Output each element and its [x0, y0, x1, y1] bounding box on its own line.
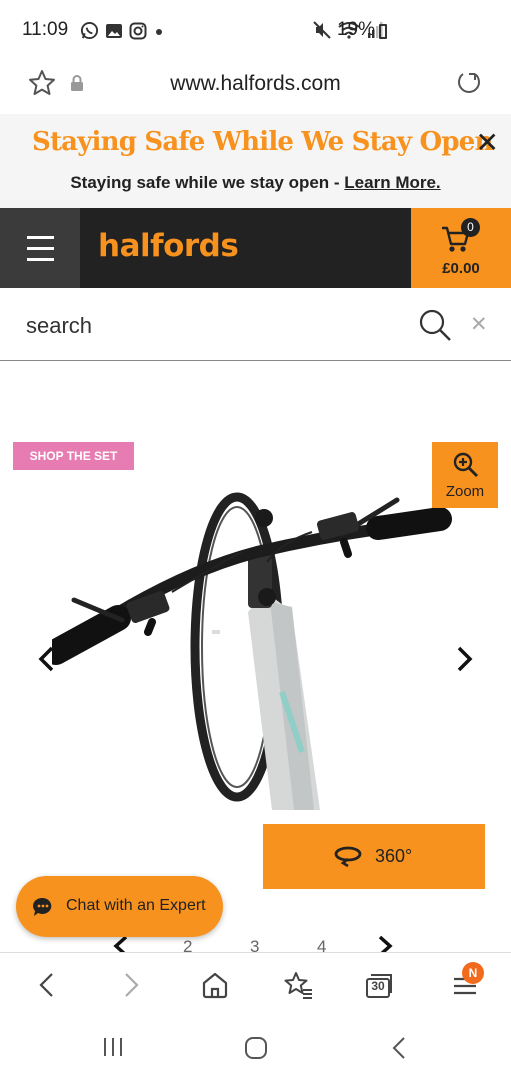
view-360-button[interactable]: 360° [263, 824, 485, 889]
battery-icon [379, 24, 387, 39]
chat-with-expert-button[interactable]: Chat with an Expert [16, 876, 223, 937]
search-input[interactable] [26, 311, 386, 341]
bike-product-image [52, 492, 460, 810]
banner-title: Staying Safe While We Stay Open [32, 127, 493, 157]
rotate-360-icon [334, 846, 362, 867]
notification-icons [80, 21, 165, 40]
search-bar: ✕ [0, 288, 511, 361]
hamburger-menu-button[interactable] [0, 208, 80, 288]
banner-subtitle: Staying safe while we stay open - Learn … [0, 173, 511, 193]
status-bar: 11:09 19% [0, 0, 511, 62]
basket-button[interactable]: 0 £0.00 [411, 208, 511, 288]
android-system-nav [0, 1017, 511, 1080]
browser-bottom-toolbar: 30 N [0, 952, 511, 1017]
zoom-in-icon [453, 452, 478, 477]
covid-banner: Staying Safe While We Stay Open ✕ Stayin… [0, 114, 511, 208]
tabs-count: 30 [371, 979, 385, 993]
search-clear-icon[interactable]: ✕ [470, 312, 488, 337]
recent-apps-icon[interactable] [102, 1036, 124, 1058]
bookmarks-icon[interactable] [283, 971, 313, 999]
back-icon[interactable] [36, 971, 58, 999]
gallery-icon [106, 23, 122, 38]
whatsapp-icon [80, 21, 99, 40]
home-button-icon[interactable] [244, 1036, 268, 1060]
browser-url-bar: www.halfords.com [0, 62, 511, 114]
shop-the-set-badge[interactable]: SHOP THE SET [13, 442, 134, 470]
hamburger-line [27, 258, 54, 261]
instagram-icon [129, 22, 147, 39]
chat-label: Chat with an Expert [66, 897, 206, 914]
banner-subtitle-text: Staying safe while we stay open - [70, 173, 345, 192]
status-time: 11:09 [22, 19, 69, 40]
forward-icon[interactable] [120, 971, 142, 999]
cart-total: £0.00 [442, 260, 480, 277]
zoom-label: Zoom [445, 483, 485, 500]
view-360-label: 360° [375, 846, 413, 866]
site-header: halfords 0 £0.00 [0, 208, 511, 288]
search-icon[interactable] [418, 308, 452, 342]
gallery-next-icon[interactable] [455, 645, 475, 673]
system-back-icon[interactable] [390, 1036, 408, 1060]
banner-close-icon[interactable]: ✕ [476, 129, 499, 157]
hamburger-line [27, 247, 54, 250]
gallery-prev-icon[interactable] [36, 645, 56, 673]
reload-icon[interactable] [455, 69, 483, 97]
home-icon[interactable] [201, 971, 229, 999]
learn-more-link[interactable]: Learn More. [344, 173, 440, 192]
url-text[interactable]: www.halfords.com [0, 72, 511, 96]
menu-notification-badge: N [462, 962, 484, 984]
halfords-logo[interactable]: halfords [98, 228, 239, 264]
product-image-gallery: SHOP THE SET Zoom 360° 2 3 4 [0, 362, 511, 957]
chat-bubble-icon [32, 897, 52, 916]
zoom-button[interactable]: Zoom [432, 442, 498, 508]
dot-icon [156, 28, 162, 35]
battery-percent: 19% [336, 19, 375, 40]
mute-icon [313, 21, 331, 39]
cart-count-badge: 0 [461, 218, 480, 237]
hamburger-line [27, 236, 54, 239]
